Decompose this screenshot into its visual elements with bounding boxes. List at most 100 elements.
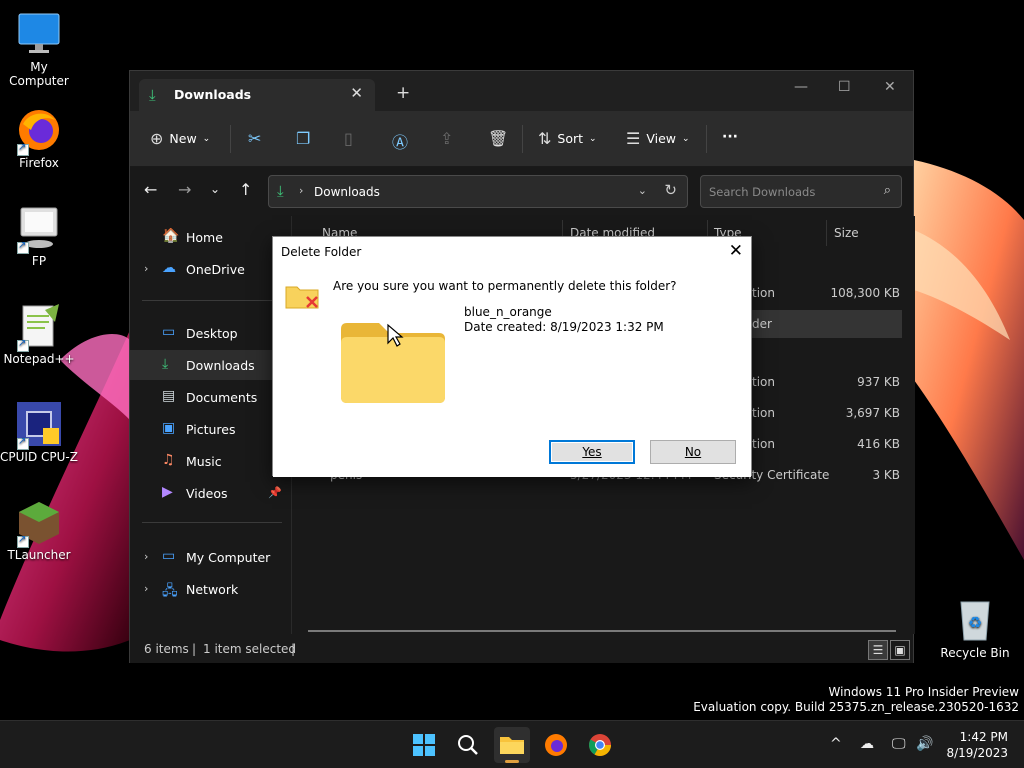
sidebar-item-label: Home	[186, 230, 223, 245]
show-hidden-icons-chevron-icon[interactable]: ^	[830, 736, 842, 752]
new-button[interactable]: ⊕ New ⌄	[150, 129, 210, 148]
forward-arrow-icon[interactable]: →	[178, 180, 191, 199]
view-button[interactable]: ☰ View ⌄	[626, 129, 690, 148]
network-icon[interactable]: 🖵	[892, 736, 906, 752]
view-list-icon: ☰	[626, 129, 641, 148]
sort-icon: ⇅	[538, 129, 552, 148]
up-arrow-icon[interactable]: ↑	[239, 180, 252, 199]
onedrive-offline-icon[interactable]: ☁	[860, 736, 874, 752]
desktop-icon-firefox[interactable]: Firefox	[0, 106, 78, 170]
grass-block-icon	[15, 498, 63, 548]
sidebar-item-videos[interactable]: ▶ Videos 📌	[130, 478, 290, 508]
download-icon: ⤓	[277, 182, 284, 200]
copy-icon[interactable]: ❐	[296, 129, 310, 148]
shortcut-arrow-icon	[17, 240, 29, 254]
sidebar-item-network[interactable]: › 🖧 Network	[130, 574, 290, 604]
new-tab-icon[interactable]: +	[396, 83, 410, 103]
minimize-icon[interactable]: —	[794, 79, 808, 95]
sidebar-item-onedrive[interactable]: › ☁ OneDrive	[130, 254, 290, 284]
sidebar-item-label: Network	[186, 582, 239, 597]
tab-title: Downloads	[174, 87, 252, 102]
firefox-icon	[15, 106, 63, 156]
paste-icon[interactable]: ▯	[344, 129, 353, 148]
navigation-pane: 🏠 Home › ☁ OneDrive ▭ Desktop ⤓ Download…	[130, 216, 290, 634]
start-button[interactable]	[406, 727, 442, 763]
share-icon[interactable]: ⇪	[440, 129, 453, 148]
desktop-icon-cpuz[interactable]: CPUID CPU-Z	[0, 400, 78, 464]
svg-text:♻: ♻	[968, 613, 982, 632]
status-divider: |	[291, 642, 296, 656]
pin-icon[interactable]: 📌	[268, 486, 282, 499]
active-indicator	[505, 760, 519, 763]
shortcut-arrow-icon	[17, 534, 29, 548]
desktop-icon-recycle-bin[interactable]: ♻ Recycle Bin	[936, 596, 1014, 660]
command-bar: ⊕ New ⌄ ✂ ❐ ▯ Ⓐ ⇪ 🗑 ⇅ Sort ⌄ ☰ View ⌄ ··…	[130, 111, 913, 167]
tab-downloads[interactable]: ⤓ Downloads ✕	[139, 79, 375, 111]
desktop-icon-notepadpp[interactable]: Notepad++	[0, 302, 78, 366]
close-tab-icon[interactable]: ✕	[350, 84, 363, 102]
dialog-title-bar: Delete Folder ✕	[273, 237, 751, 267]
mouse-cursor-icon	[386, 323, 404, 353]
close-window-icon[interactable]: ✕	[884, 79, 896, 95]
desktop-icon-my-computer[interactable]: My Computer	[0, 10, 78, 88]
no-button[interactable]: No	[650, 440, 736, 464]
desktop-icon-fp[interactable]: FP	[0, 204, 78, 268]
search-input[interactable]	[709, 182, 869, 202]
column-header-size[interactable]: Size	[834, 226, 859, 240]
expand-chevron-icon[interactable]: ›	[144, 262, 148, 275]
sidebar-item-label: My Computer	[186, 550, 271, 565]
sidebar-item-my-computer[interactable]: › ▭ My Computer	[130, 542, 290, 572]
sidebar-item-documents[interactable]: ▤ Documents	[130, 382, 290, 412]
sidebar-item-downloads[interactable]: ⤓ Downloads	[130, 350, 290, 380]
rename-icon[interactable]: Ⓐ	[392, 129, 408, 153]
taskbar-file-explorer[interactable]	[494, 727, 530, 763]
refresh-icon[interactable]: ↻	[664, 181, 677, 199]
cell-type: tion	[752, 406, 775, 420]
windows-logo-icon	[413, 734, 435, 756]
address-bar[interactable]: ⤓ › Downloads ⌄ ↻	[268, 175, 688, 208]
search-box[interactable]: ⌕	[700, 175, 902, 208]
details-view-icon[interactable]: ☰	[868, 640, 888, 660]
chevron-down-icon: ⌄	[589, 133, 597, 144]
status-bar: 6 items | 1 item selected | ☰ ▣	[130, 636, 913, 663]
address-row: ← → ⌄ ↑ ⤓ › Downloads ⌄ ↻ ⌕	[130, 168, 913, 216]
close-icon[interactable]: ✕	[729, 241, 743, 261]
horizontal-scrollbar[interactable]	[308, 630, 896, 632]
chevron-down-icon: ⌄	[682, 133, 690, 144]
cut-icon[interactable]: ✂	[248, 129, 261, 148]
sidebar-item-pictures[interactable]: ▣ Pictures	[130, 414, 290, 444]
sidebar-item-music[interactable]: ♫ Music	[130, 446, 290, 476]
desktop-icon-tlauncher[interactable]: TLauncher	[0, 498, 78, 562]
yes-button[interactable]: Yes	[549, 440, 635, 464]
sidebar-item-home[interactable]: 🏠 Home	[130, 222, 290, 252]
breadcrumb-downloads[interactable]: Downloads	[314, 185, 380, 199]
chevron-down-icon: ⌄	[202, 133, 211, 144]
selected-count: 1 item selected	[203, 642, 297, 656]
expand-chevron-icon[interactable]: ›	[144, 550, 148, 563]
search-button[interactable]	[450, 727, 486, 763]
maximize-icon[interactable]: ☐	[838, 79, 851, 95]
cell-type: tion	[752, 437, 775, 451]
volume-icon[interactable]: 🔊	[916, 736, 933, 752]
delete-icon[interactable]: 🗑	[488, 129, 508, 148]
evaluation-watermark: Windows 11 Pro Insider Preview Evaluatio…	[693, 685, 1019, 715]
folder-name: blue_n_orange	[464, 305, 552, 319]
view-label: View	[646, 131, 677, 146]
sort-button[interactable]: ⇅ Sort ⌄	[538, 129, 597, 148]
more-options-button[interactable]: ···	[722, 129, 738, 145]
sidebar-item-desktop[interactable]: ▭ Desktop	[130, 318, 290, 348]
back-arrow-icon[interactable]: ←	[144, 180, 157, 199]
download-icon: ⤓	[162, 356, 169, 372]
document-icon: ▤	[162, 388, 176, 404]
taskbar-chrome[interactable]	[582, 727, 618, 763]
clock[interactable]: 1:42 PM 8/19/2023	[946, 729, 1008, 761]
sidebar-item-label: Desktop	[186, 326, 238, 341]
folder-icon	[500, 737, 524, 754]
taskbar-firefox[interactable]	[538, 727, 574, 763]
recent-locations-chevron-icon[interactable]: ⌄	[210, 182, 220, 196]
desktop-icon-label: Recycle Bin	[940, 646, 1010, 660]
address-dropdown-icon[interactable]: ⌄	[638, 184, 647, 197]
expand-chevron-icon[interactable]: ›	[144, 582, 148, 595]
clock-date: 8/19/2023	[946, 746, 1008, 760]
tiles-view-icon[interactable]: ▣	[890, 640, 910, 660]
